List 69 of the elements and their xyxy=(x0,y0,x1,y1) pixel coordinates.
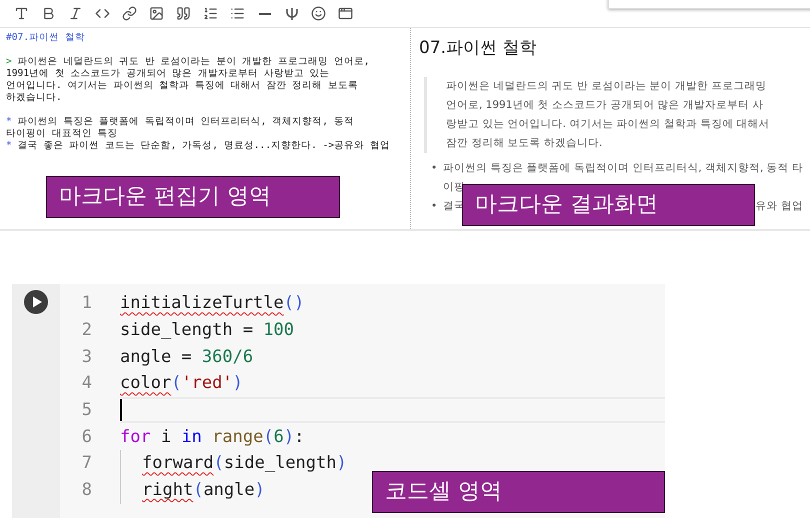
code-token: : xyxy=(294,426,304,447)
editor-line: 하겠습니다. xyxy=(6,92,62,103)
text-cursor xyxy=(120,399,122,422)
code-token: ) xyxy=(254,480,265,500)
editor-line: 파이썬의 특징은 플랫폼에 독립적이며 인터프리터식, 객체지향적, 동적 xyxy=(18,116,354,127)
preview-heading: 07.파이썬 철학 xyxy=(419,37,538,59)
code-token: angle = xyxy=(120,346,193,367)
text-size-icon xyxy=(14,6,29,21)
code-token: ( xyxy=(193,480,204,500)
quote-marker: > xyxy=(6,56,12,67)
editor-line: 결국 좋은 파이썬 코드는 단순함, 가독성, 명료성...지향한다. ->공유와 협업 xyxy=(18,140,390,151)
line-number: 6 xyxy=(80,426,92,447)
line-number: 7 xyxy=(80,453,92,474)
bullet-marker: * xyxy=(6,140,12,151)
code-token: side_length = xyxy=(120,320,254,340)
code-token: range xyxy=(212,426,264,447)
code-token: angle xyxy=(203,480,255,500)
code-token: initializeTurtle xyxy=(120,293,284,314)
code-token: side_length xyxy=(224,453,336,474)
code-token: for xyxy=(120,426,151,447)
preview-list-text: 유와 협업 xyxy=(756,199,803,214)
code-token: i xyxy=(160,426,172,447)
bullet-marker: • xyxy=(431,199,437,214)
code-token: forward xyxy=(142,453,214,474)
preview-blockquote: 파이썬은 네덜란드의 귀도 반 로섬이라는 분이 개발한 프로그래밍 언어로, 1991년에 첫 소스코드가 공개되어 많은 개발자로부터 사랑받고 있는 언어입니다. 여기서는 파이썬의 철학과 특징에 대해서 잠깐 정리해 보도록 하겠습니다. xyxy=(424,77,771,153)
code-token: color xyxy=(120,373,172,394)
bullet-list-icon xyxy=(230,6,245,21)
annotation-label: 마크다운 결과화면 xyxy=(462,184,755,226)
code-token: 100 xyxy=(263,320,294,340)
link-icon xyxy=(122,6,137,21)
code-token: ( xyxy=(214,453,224,474)
window-icon xyxy=(338,6,353,21)
editor-line: 타이핑이 대표적인 특징 xyxy=(6,128,118,139)
line-number: 4 xyxy=(80,373,92,394)
line-number: 5 xyxy=(80,400,92,420)
numbered-list-icon xyxy=(203,6,218,21)
preview-list-text: 파이썬의 특징은 플랫폼에 독립적이며 인터프리터식, 객체지향적, 동적 타 xyxy=(443,161,804,176)
code-icon xyxy=(95,6,110,21)
code-token: () xyxy=(284,293,304,314)
psi-icon xyxy=(284,6,298,20)
code-token: 6 xyxy=(274,426,284,447)
code-token: ) xyxy=(232,373,243,394)
code-token: ) xyxy=(284,426,294,447)
bold-icon xyxy=(41,6,56,21)
run-button[interactable] xyxy=(24,290,48,314)
editor-heading: #07.파이썬 철학 xyxy=(6,32,85,43)
horizontal-rule-icon xyxy=(258,12,270,14)
code-token: 360/6 xyxy=(202,346,254,367)
line-number: 1 xyxy=(80,293,92,314)
editor-line: 언어입니다. 여기서는 파이썬의 철학과 특징에 대해서 잠깐 정리해 보도록 xyxy=(6,80,358,91)
code-token: ) xyxy=(336,453,347,474)
emoji-icon xyxy=(311,6,326,21)
code-token: in xyxy=(181,426,203,447)
annotation-label: 코드셀 영역 xyxy=(372,471,665,513)
bullet-marker: • xyxy=(431,161,437,176)
bullet-marker: * xyxy=(6,116,12,127)
quote-icon xyxy=(176,6,191,21)
code-token: ( xyxy=(171,373,182,394)
line-number: 2 xyxy=(80,320,92,340)
code-token: right xyxy=(142,480,194,500)
annotation-label: 마크다운 편집기 영역 xyxy=(46,176,340,218)
italic-icon xyxy=(68,6,83,21)
line-number: 3 xyxy=(80,346,92,367)
editor-line: 1991년에 첫 소스코드가 공개되어 많은 개발자로부터 사랑받고 있는 xyxy=(6,68,330,79)
code-token: 'red' xyxy=(181,373,233,394)
image-icon xyxy=(149,6,164,21)
code-token: ( xyxy=(263,426,274,447)
editor-line: 파이썬은 네덜란드의 귀도 반 로섬이라는 분이 개발한 프로그래밍 언어로, xyxy=(18,56,370,67)
line-number: 8 xyxy=(80,480,92,500)
